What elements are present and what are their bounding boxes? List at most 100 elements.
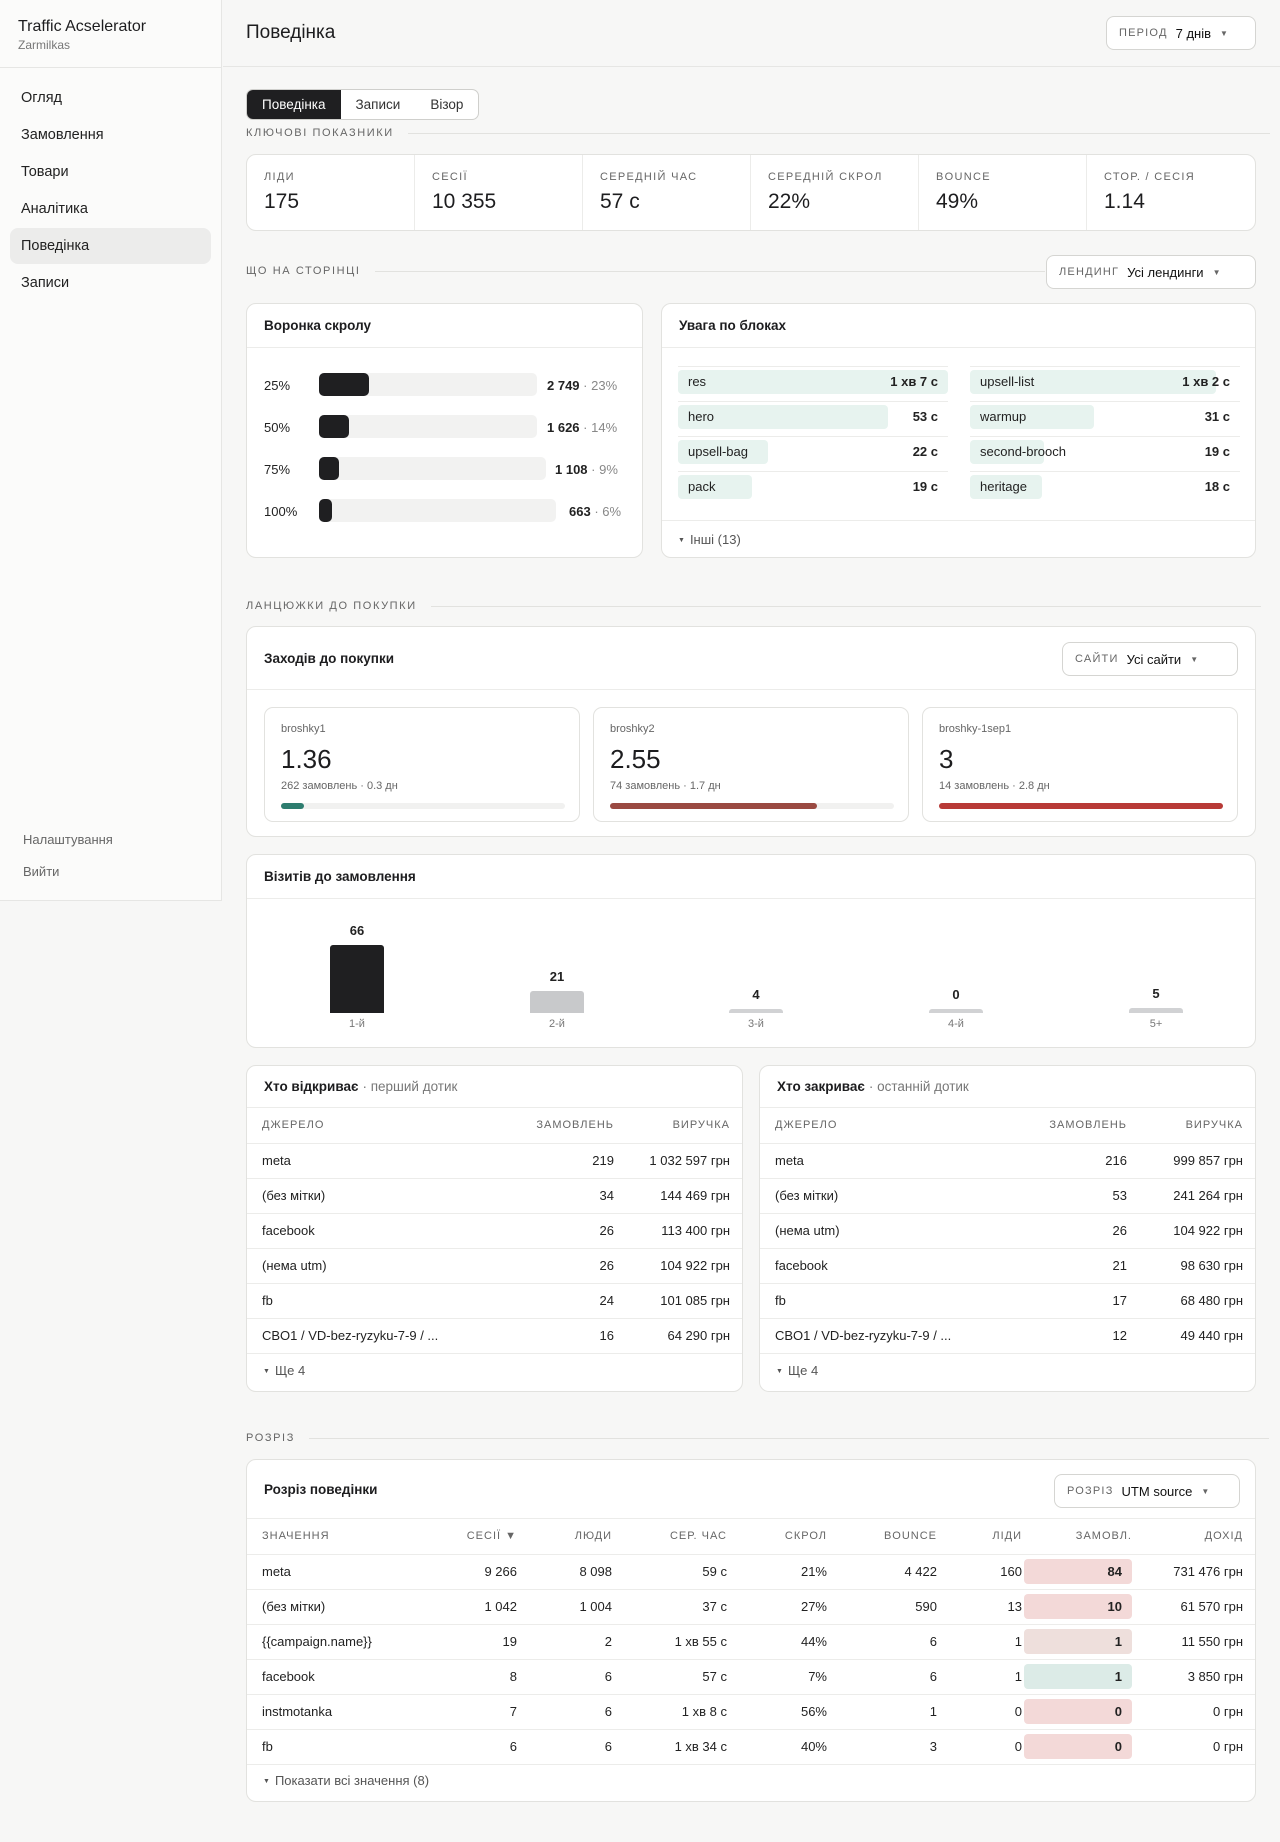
divider	[407, 132, 1270, 134]
show-more-last-touch[interactable]: ▼ Ще 4	[776, 1363, 818, 1378]
funnel-count: 1 108 · 9%	[555, 462, 618, 477]
col-avg-time[interactable]: Сер. час	[612, 1519, 727, 1555]
bar-category-label: 4-й	[948, 1018, 964, 1030]
sidebar-item-analytics[interactable]: Аналітика	[10, 191, 211, 227]
col-scroll[interactable]: Скрол	[727, 1519, 827, 1555]
sidebar-item-overview[interactable]: Огляд	[10, 80, 211, 116]
attention-item: second-brooch 19 с	[970, 436, 1240, 466]
cell-orders: 219	[494, 1143, 614, 1179]
funnel-label: 75%	[264, 462, 291, 477]
col-orders: Замовлень	[494, 1108, 614, 1144]
bar-category-label: 2-й	[549, 1018, 565, 1030]
attention-name: second-brooch	[980, 444, 1066, 459]
site-level-bar	[610, 803, 894, 809]
col-bounce[interactable]: Bounce	[827, 1519, 937, 1555]
kpi-sessions: Сесії 10 355	[415, 155, 583, 230]
cell-source: (без мітки)	[247, 1178, 494, 1214]
site-name: broshky-1sep1	[939, 723, 1012, 735]
kpi-avg-time: Середній час 57 с	[583, 155, 751, 230]
cell-orders: 0	[1022, 1729, 1142, 1765]
funnel-track	[319, 457, 546, 480]
cell-revenue: 0 грн	[1142, 1694, 1255, 1730]
cell-orders: 26	[1007, 1213, 1127, 1249]
cell-people: 6	[517, 1694, 612, 1730]
col-people[interactable]: Люди	[517, 1519, 612, 1555]
visits-bar-chart: 66 1-й 21 2-й 4 3-й 0 4-й 5 5+	[247, 900, 1255, 1047]
bar-value-label: 66	[349, 923, 365, 938]
cell-revenue: 101 085 грн	[614, 1283, 742, 1319]
orders-pill: 0	[1024, 1699, 1132, 1724]
sidebar-item-records[interactable]: Записи	[10, 265, 211, 301]
landing-select[interactable]: Лендинг Усі лендинги ▼	[1046, 255, 1256, 289]
attention-value: 31 с	[1204, 409, 1230, 424]
logout-link[interactable]: Вийти	[23, 862, 113, 894]
divider	[308, 1437, 1269, 1439]
cell-source: meta	[760, 1143, 1007, 1179]
site-level-fill	[939, 803, 1223, 809]
sites-select[interactable]: Сайти Усі сайти ▼	[1062, 642, 1238, 676]
cell-sessions: 19	[412, 1624, 517, 1660]
col-sessions[interactable]: Сесії ▼	[412, 1519, 517, 1555]
site-card: broshky2 2.55 74 замовлень · 1.7 дн	[593, 707, 909, 822]
chevron-down-icon: ▼	[776, 1368, 783, 1375]
bar	[1129, 1008, 1183, 1013]
table-row: meta 216 999 857 грн	[760, 1143, 1255, 1179]
col-leads[interactable]: Ліди	[937, 1519, 1022, 1555]
col-value: Значення	[247, 1519, 412, 1555]
funnel-pct: 14%	[591, 420, 618, 435]
funnel-track	[319, 373, 537, 396]
split-card: Розріз поведінки Розріз UTM source ▼ Зна…	[246, 1459, 1256, 1802]
bar-value-label: 4	[752, 987, 760, 1002]
kpi-card: Ліди 175 Сесії 10 355 Середній час 57 с Сер…	[246, 154, 1256, 231]
funnel-track	[319, 499, 556, 522]
cell-orders: 12	[1007, 1318, 1127, 1354]
site-level-fill	[610, 803, 817, 809]
cell-people: 6	[517, 1729, 612, 1765]
show-all-values[interactable]: ▼ Показати всі значення (8)	[263, 1773, 429, 1788]
split-value: UTM source	[1121, 1483, 1193, 1499]
site-card: broshky1 1.36 262 замовлень · 0.3 дн	[264, 707, 580, 822]
attention-item: warmup 31 с	[970, 401, 1240, 431]
table-row: facebook 26 113 400 грн	[247, 1213, 742, 1249]
site-value: 1.36	[281, 744, 332, 774]
chevron-down-icon: ▼	[678, 537, 685, 544]
col-orders[interactable]: Замовл.	[1022, 1519, 1142, 1555]
tab-behavior[interactable]: Поведінка	[247, 90, 341, 119]
cell-sessions: 9 266	[412, 1554, 517, 1590]
sidebar: Traffic Acselerator Zarmilkas Огляд Замо…	[0, 0, 222, 901]
cell-value: facebook	[247, 1659, 412, 1695]
funnel-fill	[319, 373, 369, 396]
tab-records[interactable]: Записи	[341, 90, 416, 119]
split-select[interactable]: Розріз UTM source ▼	[1054, 1474, 1240, 1508]
period-select[interactable]: Період 7 днів ▼	[1106, 16, 1256, 50]
funnel-fill	[319, 457, 339, 480]
col-revenue[interactable]: Дохід	[1142, 1519, 1255, 1555]
sidebar-item-orders[interactable]: Замовлення	[10, 117, 211, 153]
attention-value: 19 с	[1204, 444, 1230, 459]
sidebar-item-behavior[interactable]: Поведінка	[10, 228, 211, 264]
show-more-attention[interactable]: ▼ Інші (13)	[678, 532, 741, 547]
cell-orders: 10	[1022, 1589, 1142, 1625]
card-title: Воронка скролу	[247, 304, 642, 348]
divider	[430, 605, 1261, 607]
kpi-value: 10 355	[432, 190, 497, 213]
cell-avg-time: 1 хв 8 с	[612, 1694, 727, 1730]
card-title-text: Хто закриває	[777, 1079, 865, 1094]
attention-value: 19 с	[912, 479, 938, 494]
bar-category-label: 1-й	[349, 1018, 365, 1030]
section-chains: Ланцюжки до покупки	[246, 600, 1261, 612]
attention-name: pack	[688, 479, 716, 494]
sidebar-item-products[interactable]: Товари	[10, 154, 211, 190]
section-split-title: Розріз	[246, 1432, 295, 1444]
chevron-down-icon: ▼	[1212, 267, 1221, 277]
show-more-first-touch[interactable]: ▼ Ще 4	[263, 1363, 305, 1378]
settings-link[interactable]: Налаштування	[23, 830, 113, 862]
cell-revenue: 0 грн	[1142, 1729, 1255, 1765]
chevron-down-icon: ▼	[263, 1368, 270, 1375]
landing-value: Усі лендинги	[1127, 264, 1204, 280]
cell-value: {{campaign.name}}	[247, 1624, 412, 1660]
cell-scroll: 27%	[727, 1589, 827, 1625]
cell-value: (без мітки)	[247, 1589, 412, 1625]
tab-visor[interactable]: Візор	[415, 90, 478, 119]
bar-value-label: 21	[549, 969, 565, 984]
